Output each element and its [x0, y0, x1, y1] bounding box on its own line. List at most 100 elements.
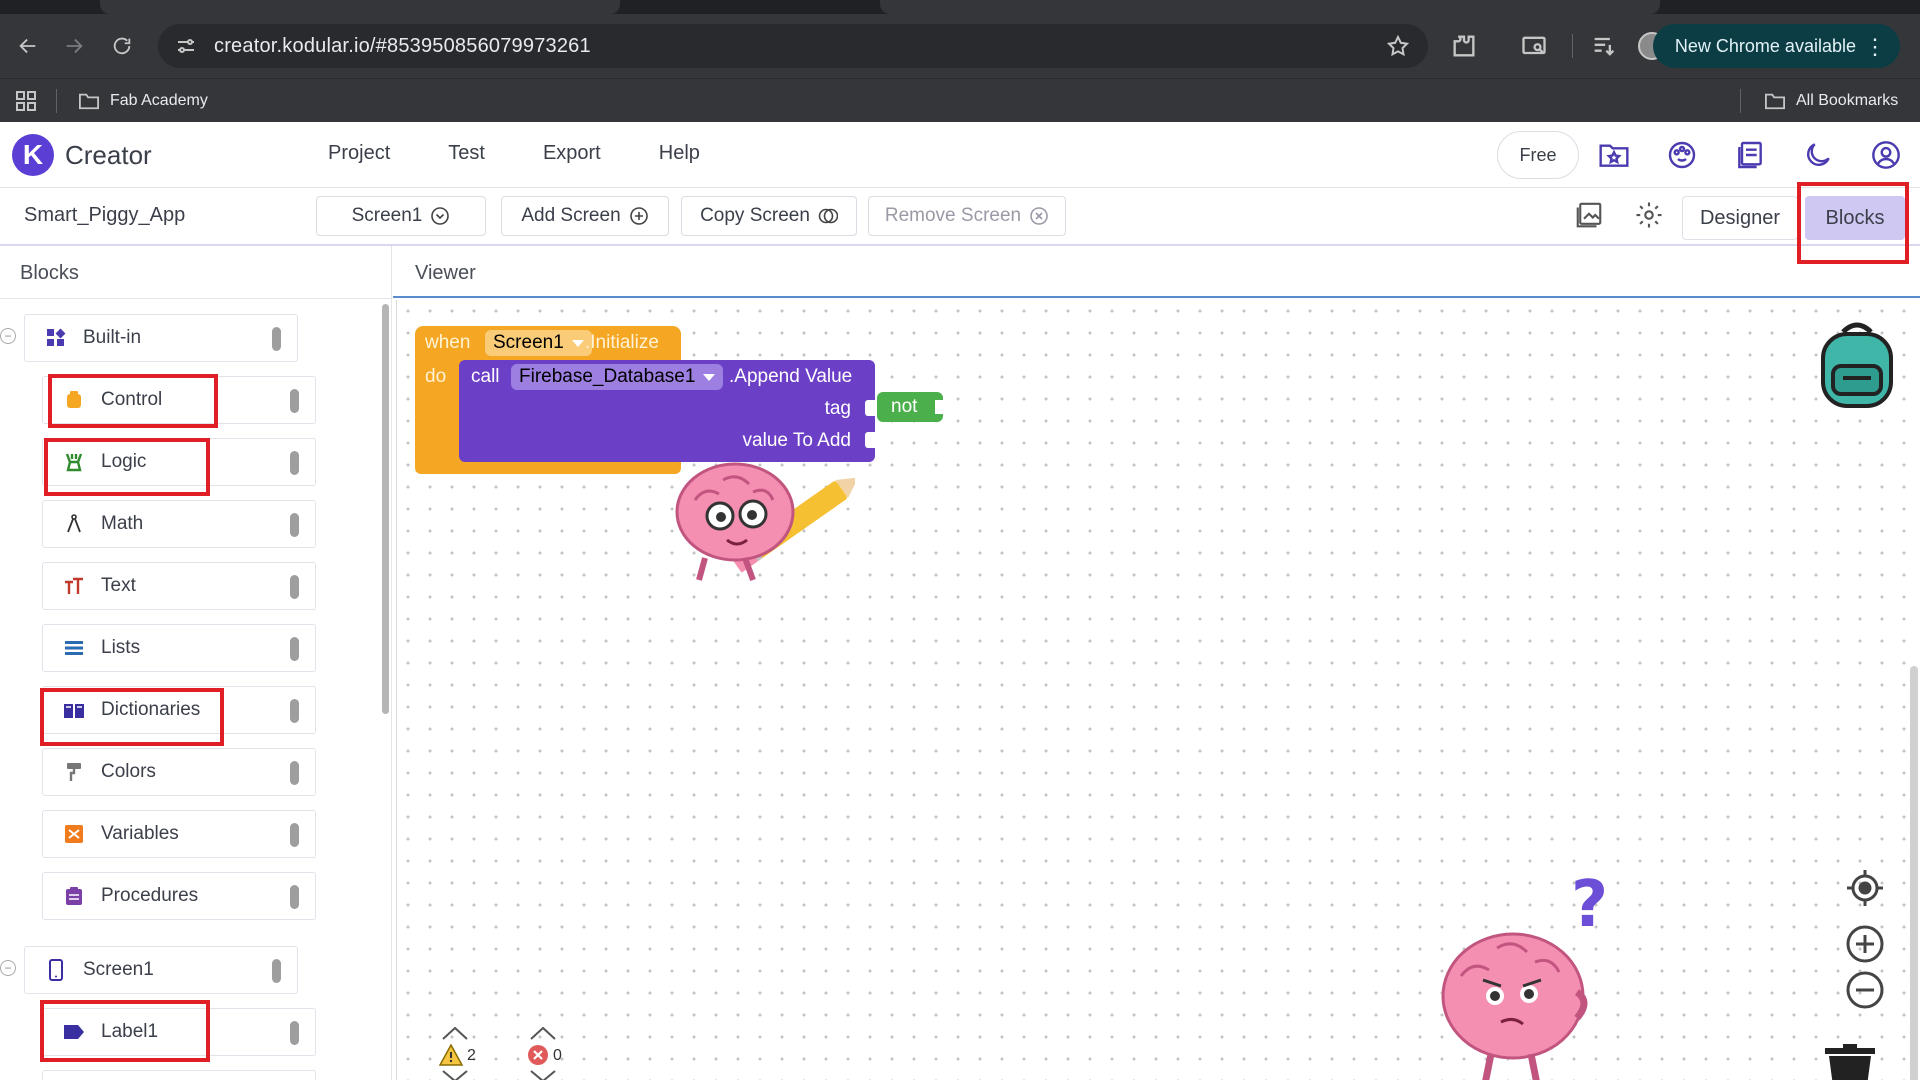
zoom-in-icon[interactable] [1845, 924, 1885, 964]
kodular-logo[interactable]: K [12, 134, 54, 176]
tag-socket[interactable] [865, 400, 875, 416]
url-text[interactable]: creator.kodular.io/#853950856079973261 [214, 35, 591, 58]
collapse-builtin-icon[interactable]: − [0, 328, 16, 344]
drag-handle[interactable] [272, 327, 281, 351]
palette-icon[interactable] [1666, 139, 1698, 171]
more-menu-icon[interactable]: ⋮ [1864, 34, 1886, 60]
drag-handle[interactable] [290, 513, 299, 537]
collapse-screen1-icon[interactable]: − [0, 960, 16, 976]
panel-scrollbar[interactable] [382, 304, 389, 714]
menu-project[interactable]: Project [328, 142, 390, 165]
settings-gear-icon[interactable] [1634, 200, 1664, 230]
drag-handle[interactable] [272, 959, 281, 983]
blocks-tab[interactable]: Blocks [1805, 196, 1905, 240]
do-keyword: do [425, 366, 447, 387]
browser-tab[interactable] [100, 0, 620, 14]
remove-screen-button[interactable]: Remove Screen [868, 196, 1066, 236]
error-prev-arrow-icon[interactable] [529, 1026, 557, 1040]
reload-button[interactable] [100, 24, 144, 68]
tree-item-math[interactable]: Math [42, 500, 316, 548]
tree-item-control[interactable]: Control [42, 376, 316, 424]
menu-export[interactable]: Export [543, 142, 601, 165]
tree-item-procedures[interactable]: Procedures [42, 872, 316, 920]
tree-item-logic[interactable]: Logic [42, 438, 316, 486]
logic-not-block[interactable]: not [877, 392, 943, 422]
cast-icon[interactable] [1520, 32, 1548, 60]
bookmark-star-icon[interactable] [1386, 34, 1410, 58]
designer-tab[interactable]: Designer [1682, 196, 1798, 240]
back-button[interactable] [6, 24, 50, 68]
extensions-icon[interactable] [1450, 32, 1478, 60]
drag-handle[interactable] [290, 823, 299, 847]
apps-grid-icon[interactable] [14, 89, 38, 113]
error-x-circle-icon[interactable] [527, 1044, 549, 1066]
browser-toolbar: creator.kodular.io/#853950856079973261 N… [0, 14, 1920, 78]
dark-mode-moon-icon[interactable] [1802, 139, 1834, 171]
image-preview-icon[interactable] [1574, 200, 1604, 230]
error-next-arrow-icon[interactable] [529, 1070, 557, 1080]
tree-item-screen1[interactable]: Screen1 [24, 946, 298, 994]
tree-item-next[interactable] [42, 1070, 316, 1080]
warning-prev-arrow-icon[interactable] [441, 1026, 469, 1040]
drag-handle[interactable] [290, 1021, 299, 1045]
dropdown-value: Screen1 [493, 332, 564, 353]
tree-item-label: Control [101, 389, 163, 410]
tree-item-label: Colors [101, 761, 156, 782]
address-bar[interactable]: creator.kodular.io/#853950856079973261 [158, 24, 1428, 68]
documentation-icon[interactable] [1734, 139, 1766, 171]
new-chrome-label: New Chrome available [1674, 35, 1856, 56]
tree-item-label1[interactable]: Label1 [42, 1008, 316, 1056]
site-info-icon[interactable] [174, 34, 198, 58]
colors-brush-icon [63, 761, 85, 783]
folder-icon [1765, 93, 1785, 110]
drag-handle[interactable] [290, 451, 299, 475]
account-icon[interactable] [1870, 139, 1902, 171]
workspace-scrollbar[interactable] [1910, 666, 1918, 1080]
firebase-component-dropdown[interactable]: Firebase_Database1 [511, 364, 724, 390]
folder-star-icon[interactable] [1598, 139, 1630, 171]
blocks-workspace[interactable]: when Screen1 .Initialize do call Firebas… [396, 300, 1920, 1080]
event-name: .Initialize [585, 332, 659, 353]
tree-item-colors[interactable]: Colors [42, 748, 316, 796]
all-bookmarks-button[interactable]: All Bookmarks [1764, 79, 1898, 123]
warning-triangle-icon[interactable] [439, 1044, 463, 1066]
forward-button[interactable] [52, 24, 96, 68]
browser-tab-active[interactable] [880, 0, 1660, 14]
drag-handle[interactable] [290, 575, 299, 599]
chevron-down-circle-icon [431, 207, 450, 225]
screen-selector[interactable]: Screen1 [316, 196, 486, 236]
drag-handle[interactable] [290, 637, 299, 661]
tree-item-built-in[interactable]: Built-in [24, 314, 298, 362]
menu-test[interactable]: Test [448, 142, 485, 165]
screen-component-dropdown[interactable]: Screen1 [485, 330, 592, 356]
firebase-append-value-block[interactable]: call Firebase_Database1 .Append Value ta… [459, 360, 875, 462]
zoom-out-icon[interactable] [1845, 970, 1885, 1010]
new-chrome-button[interactable]: New Chrome available ⋮ [1652, 24, 1900, 68]
control-icon [63, 389, 85, 411]
tree-item-lists[interactable]: Lists [42, 624, 316, 672]
drag-handle[interactable] [290, 389, 299, 413]
recenter-target-icon[interactable] [1845, 868, 1885, 908]
tree-item-text[interactable]: Text [42, 562, 316, 610]
drag-handle[interactable] [290, 885, 299, 909]
backpack-icon[interactable] [1809, 316, 1905, 412]
question-mark-glyph: ? [1571, 868, 1609, 942]
tree-item-variables[interactable]: Variables [42, 810, 316, 858]
value-socket[interactable] [865, 432, 875, 448]
copy-circle-icon [818, 208, 838, 224]
drag-handle[interactable] [290, 699, 299, 723]
add-screen-button[interactable]: Add Screen [501, 196, 669, 236]
bookmark-label: Fab Academy [110, 92, 208, 109]
copy-screen-button[interactable]: Copy Screen [681, 196, 857, 236]
trash-can-icon[interactable] [1821, 1044, 1879, 1080]
reading-list-icon[interactable] [1590, 32, 1618, 60]
bookmark-folder-fab-academy[interactable]: Fab Academy [78, 79, 208, 123]
reload-icon [113, 37, 131, 55]
not-input-socket[interactable] [935, 400, 943, 414]
warning-next-arrow-icon[interactable] [441, 1070, 469, 1080]
drag-handle[interactable] [290, 761, 299, 785]
tree-item-dictionaries[interactable]: Dictionaries [42, 686, 316, 734]
blocks-panel-title: Blocks [20, 262, 79, 284]
plan-button[interactable]: Free [1497, 131, 1579, 179]
menu-help[interactable]: Help [659, 142, 700, 165]
